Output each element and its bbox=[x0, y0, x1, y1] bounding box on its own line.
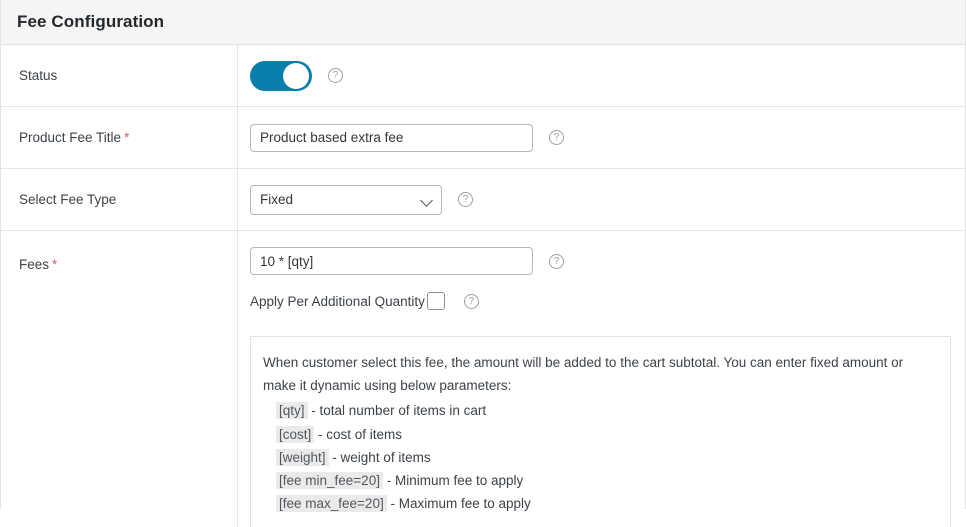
status-label: Status bbox=[19, 68, 58, 83]
apply-per-additional-quantity-checkbox[interactable] bbox=[426, 292, 445, 310]
parameter-description: - total number of items in cart bbox=[311, 403, 487, 419]
help-circle-icon-select-fee-type[interactable]: ? bbox=[458, 192, 473, 207]
parameter-description: - Minimum fee to apply bbox=[386, 473, 524, 488]
select-fee-type-label: Select Fee Type bbox=[19, 192, 117, 207]
product-fee-title-control-group: ? bbox=[250, 123, 564, 152]
fees-help-paragraph: When customer select this fee, the amoun… bbox=[263, 355, 904, 393]
select-fee-type-control-group: Fixed ? bbox=[250, 184, 473, 215]
row-status: Status ? bbox=[1, 45, 965, 107]
required-asterisk-fees: * bbox=[52, 257, 58, 272]
required-asterisk-product-fee-title: * bbox=[124, 130, 130, 145]
parameter-token: [cost] bbox=[276, 425, 315, 443]
row-label-fees: Fees * bbox=[1, 231, 238, 527]
row-field-select-fee-type: Fixed ? bbox=[238, 169, 965, 230]
help-circle-icon-apply-per-additional-quantity[interactable]: ? bbox=[463, 293, 479, 309]
parameter-token: [fee max_fee=20] bbox=[276, 495, 387, 513]
panel-header: Fee Configuration bbox=[1, 0, 965, 45]
status-control-group: ? bbox=[250, 60, 343, 91]
product-fee-title-label: Product Fee Title bbox=[19, 130, 122, 145]
row-label-product-fee-title: Product Fee Title * bbox=[1, 107, 238, 168]
toggle-knob bbox=[283, 62, 309, 89]
help-circle-icon-product-fee-title[interactable]: ? bbox=[549, 130, 564, 145]
fees-label: Fees bbox=[19, 257, 50, 272]
row-label-status: Status bbox=[1, 45, 238, 106]
select-fee-type-wrapper: Fixed bbox=[250, 184, 442, 215]
row-label-select-fee-type: Select Fee Type bbox=[1, 169, 238, 230]
row-field-product-fee-title: ? bbox=[238, 107, 965, 168]
parameter-token: [qty] bbox=[276, 402, 308, 420]
fee-configuration-panel: Fee Configuration Status ? Product Fee T… bbox=[0, 0, 966, 527]
select-fee-type-dropdown[interactable]: Fixed bbox=[250, 184, 442, 215]
apply-per-additional-quantity-label: Apply Per Additional Quantity bbox=[250, 293, 425, 309]
product-fee-title-input[interactable] bbox=[250, 123, 533, 152]
row-product-fee-title: Product Fee Title* ? bbox=[1, 107, 965, 169]
fees-parameter-list: [qty] - total number of items in cart [c… bbox=[263, 399, 932, 515]
parameter-description: - weight of items bbox=[332, 449, 431, 465]
fees-control-group: ? bbox=[250, 247, 965, 275]
parameter-description: - cost of items bbox=[318, 426, 403, 442]
list-item: [fee max_fee=20] - Maximum fee to apply bbox=[263, 492, 932, 515]
list-item: [cost] - cost of items bbox=[263, 423, 932, 446]
apply-per-additional-quantity-group: Apply Per Additional Quantity ? bbox=[250, 292, 965, 310]
status-toggle[interactable] bbox=[250, 60, 312, 91]
parameter-token: [weight] bbox=[276, 448, 329, 466]
row-fees: Fees* ? Apply Per Additional Quantity ? … bbox=[1, 231, 965, 527]
parameter-token: [fee min_fee=20] bbox=[276, 472, 383, 489]
row-field-fees: ? Apply Per Additional Quantity ? When c… bbox=[238, 231, 965, 527]
row-select-fee-type: Select Fee Type Fixed ? bbox=[1, 169, 965, 231]
help-circle-icon-fees[interactable]: ? bbox=[549, 253, 564, 269]
page-title: Fee Configuration bbox=[17, 12, 165, 31]
fees-help-box: When customer select this fee, the amoun… bbox=[250, 336, 951, 527]
help-circle-icon-status[interactable]: ? bbox=[328, 68, 343, 83]
list-item: [qty] - total number of items in cart bbox=[263, 399, 932, 422]
list-item: [weight] - weight of items bbox=[263, 446, 932, 469]
fees-input[interactable] bbox=[250, 247, 533, 275]
list-item: [fee min_fee=20] - Minimum fee to apply bbox=[263, 469, 932, 492]
row-field-status: ? bbox=[238, 45, 965, 106]
